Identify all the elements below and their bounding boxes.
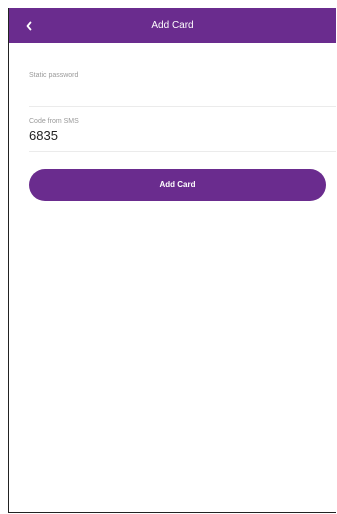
add-card-button[interactable]: Add Card	[29, 169, 326, 201]
sms-code-input[interactable]	[29, 126, 309, 144]
static-password-input[interactable]	[29, 62, 309, 80]
app-header: Add Card	[9, 8, 336, 43]
app-screen: Add Card Static password Code from SMS A…	[8, 8, 336, 513]
page-title: Add Card	[151, 20, 194, 31]
sms-code-field[interactable]: Code from SMS	[29, 107, 336, 152]
sms-code-label: Code from SMS	[29, 118, 79, 125]
static-password-field[interactable]: Static password	[29, 43, 336, 107]
